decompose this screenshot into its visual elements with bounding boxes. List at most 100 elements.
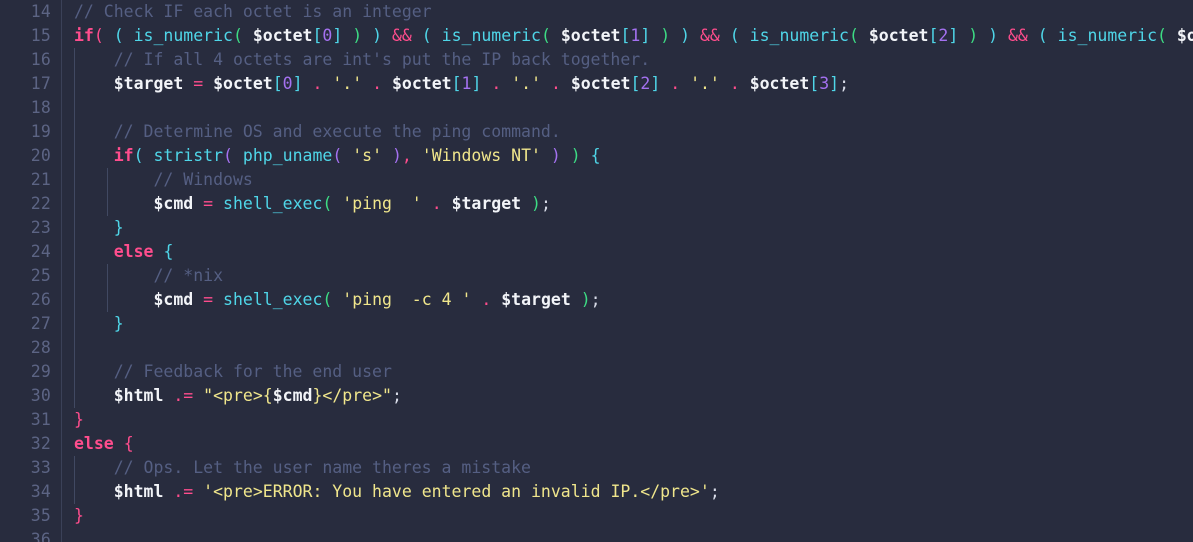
code-line[interactable]: }	[62, 216, 1193, 240]
indent-guide	[74, 384, 75, 408]
string-token: 'ping -c 4 '	[342, 290, 472, 309]
bracket-token: (	[322, 194, 333, 213]
bracket-token: }	[74, 506, 84, 525]
operator-token: .=	[173, 482, 194, 501]
bracket-token: [	[809, 74, 820, 93]
code-line[interactable]	[62, 96, 1193, 120]
bracket-token: (	[1157, 26, 1167, 45]
code-line[interactable]: }	[62, 504, 1193, 528]
punctuation-token: ;	[590, 290, 601, 309]
comment-token: // Ops. Let the user name theres a mista…	[74, 458, 531, 477]
indent-guide	[74, 72, 75, 96]
string-token: 'ping '	[342, 194, 422, 213]
comment-token: // Feedback for the end user	[74, 362, 392, 381]
code-line[interactable]	[62, 528, 1193, 542]
bracket-token: [	[928, 26, 939, 45]
function-token: is_numeric	[1057, 26, 1158, 45]
variable-token: $octet	[749, 74, 810, 93]
code-line[interactable]: // *nix	[62, 264, 1193, 288]
code-line[interactable]: // If all 4 octets are int's put the IP …	[62, 48, 1193, 72]
bracket-token: }	[74, 410, 84, 429]
code-line[interactable]: if( ( is_numeric( $octet[0] ) ) && ( is_…	[62, 24, 1193, 48]
code-line[interactable]: $html .= '<pre>ERROR: You have entered a…	[62, 480, 1193, 504]
bracket-token: )	[531, 194, 541, 213]
bracket-token: ]	[829, 74, 840, 93]
string-token: "<pre>{	[203, 386, 273, 405]
code-line[interactable]: if( stristr( php_uname( 's' ), 'Windows …	[62, 144, 1193, 168]
bracket-token: )	[968, 26, 979, 45]
code-line[interactable]	[62, 336, 1193, 360]
punctuation-token: ;	[391, 386, 402, 405]
code-line[interactable]: $html .= "<pre>{$cmd}</pre>";	[62, 384, 1193, 408]
code-line[interactable]: }	[62, 312, 1193, 336]
variable-token: $octe	[1176, 26, 1193, 45]
code-line[interactable]: // Determine OS and execute the ping com…	[62, 120, 1193, 144]
operator-token: =	[203, 290, 214, 309]
operator-token: ,	[401, 146, 412, 165]
bracket-token: )	[550, 146, 561, 165]
code-content[interactable]: // Check IF each octet is an integer if(…	[62, 0, 1193, 542]
code-line[interactable]: else {	[62, 432, 1193, 456]
code-line[interactable]: $cmd = shell_exec( 'ping -c 4 ' . $targe…	[62, 288, 1193, 312]
variable-token: $octet	[252, 26, 313, 45]
code-line[interactable]: }	[62, 408, 1193, 432]
line-number: 21	[30, 170, 51, 189]
line-number: 28	[30, 338, 51, 357]
indent-guide	[74, 456, 75, 480]
bracket-token: (	[1037, 26, 1048, 45]
line-number: 34	[30, 482, 51, 501]
code-editor[interactable]: 14 15 16 17 18 19 20 21 22 23 24 25 26 2…	[0, 0, 1193, 542]
function-token: shell_exec	[223, 290, 323, 309]
indent-guide	[74, 264, 75, 288]
indent-guide	[74, 288, 75, 312]
bracket-token: (	[93, 26, 104, 45]
function-token: shell_exec	[223, 194, 323, 213]
code-line[interactable]: // Ops. Let the user name theres a mista…	[62, 456, 1193, 480]
indent-guide	[74, 336, 75, 360]
line-number: 31	[30, 410, 51, 429]
bracket-token: (	[223, 146, 233, 165]
bracket-token: (	[729, 26, 740, 45]
bracket-token: [	[451, 74, 462, 93]
operator-token: .	[729, 74, 740, 93]
function-token: is_numeric	[441, 26, 541, 45]
bracket-token: (	[849, 26, 859, 45]
bracket-token: (	[332, 146, 343, 165]
bracket-token: )	[580, 290, 591, 309]
keyword-token: if	[74, 26, 94, 45]
variable-token: $target	[501, 290, 571, 309]
bracket-token: ]	[640, 26, 651, 45]
bracket-token: )	[352, 26, 363, 45]
variable-token: $cmd	[272, 386, 313, 405]
code-line[interactable]: else {	[62, 240, 1193, 264]
line-number: 26	[30, 290, 51, 309]
code-line[interactable]: $target = $octet[0] . '.' . $octet[1] . …	[62, 72, 1193, 96]
punctuation-token: ;	[839, 74, 850, 93]
bracket-token: (	[133, 146, 144, 165]
line-number: 20	[30, 146, 51, 165]
line-number: 27	[30, 314, 51, 333]
string-token: '<pre>ERROR: You have entered an invalid…	[203, 482, 710, 501]
code-line[interactable]: $cmd = shell_exec( 'ping ' . $target );	[62, 192, 1193, 216]
code-line[interactable]: // Check IF each octet is an integer	[62, 0, 1193, 24]
variable-token: $octet	[560, 26, 621, 45]
bracket-token: (	[421, 26, 432, 45]
indent-guide	[74, 480, 75, 504]
variable-token: $html	[113, 386, 164, 405]
punctuation-token: ;	[709, 482, 720, 501]
string-token: '.'	[332, 74, 363, 93]
indent-guide	[74, 120, 75, 144]
code-line[interactable]: // Windows	[62, 168, 1193, 192]
code-line[interactable]: // Feedback for the end user	[62, 360, 1193, 384]
function-token: php_uname	[242, 146, 333, 165]
string-token: }</pre>"	[312, 386, 392, 405]
number-token: 2	[938, 26, 949, 45]
bracket-token: )	[391, 146, 402, 165]
number-token: 2	[640, 74, 651, 93]
bracket-token: }	[113, 218, 124, 237]
variable-token: $cmd	[153, 194, 194, 213]
function-token: stristr	[153, 146, 224, 165]
bracket-token: ]	[332, 26, 343, 45]
line-number-gutter: 14 15 16 17 18 19 20 21 22 23 24 25 26 2…	[0, 0, 62, 542]
operator-token: .	[312, 74, 323, 93]
